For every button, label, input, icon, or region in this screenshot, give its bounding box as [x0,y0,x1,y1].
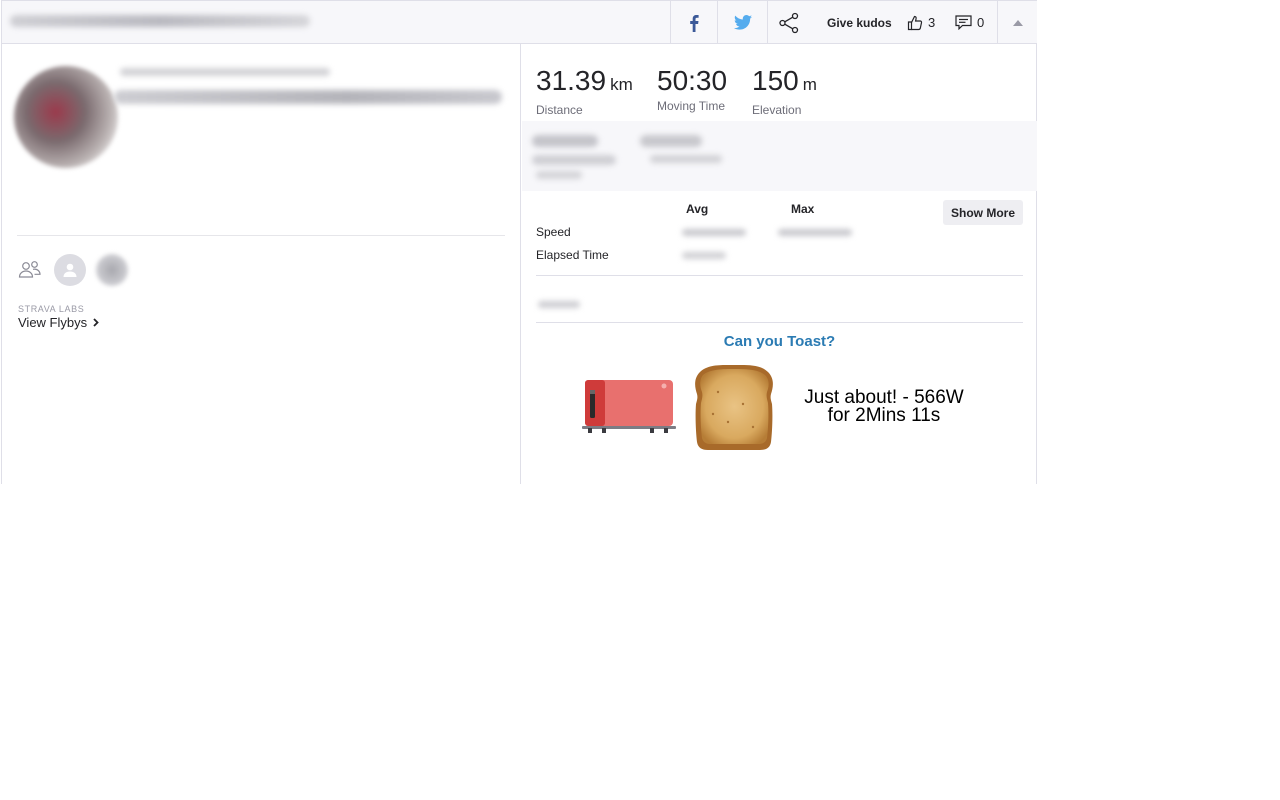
max-column-header: Max [791,202,815,216]
collapse-button[interactable] [997,1,1037,44]
kudos-count: 3 [928,15,936,30]
give-kudos-button[interactable]: Give kudos [827,1,892,44]
device-info-blurred [538,301,580,308]
athlete-avatar[interactable] [14,66,118,168]
speed-avg-blurred [682,229,746,236]
chevron-right-icon [93,318,99,327]
elevation-label: Elevation [752,103,802,117]
thumbs-up-icon [907,15,923,30]
share-icon [779,12,799,33]
group-activity-icon [18,261,41,278]
distance-label: Distance [536,103,583,117]
activity-name-blurred [114,90,502,104]
elevation-unit: m [802,75,817,94]
speed-max-blurred [778,229,852,236]
stat-elevation: 150 m Elevation [752,64,817,117]
toaster-icon [582,380,676,433]
group-member-avatar-blurred[interactable] [96,254,128,286]
distance-value: 31.39 [536,65,607,96]
stat-distance: 31.39 km Distance [536,64,633,117]
twitter-icon [733,15,752,30]
toast-result-line2: for 2Mins 11s [827,405,941,426]
comment-icon [955,15,972,30]
share-button[interactable] [767,1,810,44]
view-flybys-label: View Flybys [18,315,88,330]
elapsed-time-blurred [682,252,726,259]
secondary-stats-blurred [522,121,1037,191]
stat-moving-time: 50:30 Moving Time [657,64,727,113]
speed-row-label: Speed [536,225,571,239]
toast-bread-icon [695,364,773,450]
activity-title-blurred [10,15,310,27]
toast-result: Just about! - 566W for 2Mins 11s [798,388,970,426]
show-more-button[interactable]: Show More [943,200,1023,225]
user-icon [63,263,77,277]
elevation-value: 150 [752,65,799,96]
activity-card: Give kudos 3 0 STRAVA LABS View Flybys 3… [1,0,1037,484]
kudos-count-button[interactable]: 3 [907,1,935,44]
comments-button[interactable]: 0 [955,1,984,44]
caret-up-icon [1012,19,1023,26]
moving-time-value: 50:30 [657,65,728,96]
avg-column-header: Avg [686,202,709,216]
moving-time-label: Moving Time [657,99,726,113]
twitter-share-button[interactable] [717,1,767,44]
divider [17,235,505,236]
stats-panel: 31.39 km Distance 50:30 Moving Time 150 m … [522,44,1037,484]
divider [536,322,1023,323]
elapsed-time-row-label: Elapsed Time [536,248,609,262]
athlete-panel: STRAVA LABS View Flybys [2,44,521,484]
view-flybys-link[interactable]: View Flybys [18,315,99,330]
toast-title: Can you Toast? [723,333,836,350]
facebook-icon [690,14,699,32]
distance-unit: km [610,75,633,94]
athlete-name-blurred [120,68,330,76]
strava-labs-label: STRAVA LABS [18,304,85,314]
divider [536,275,1023,276]
facebook-share-button[interactable] [670,1,717,44]
comment-count: 0 [977,15,985,30]
activity-header-bar: Give kudos 3 0 [2,0,1037,44]
group-member-avatar[interactable] [54,254,86,286]
